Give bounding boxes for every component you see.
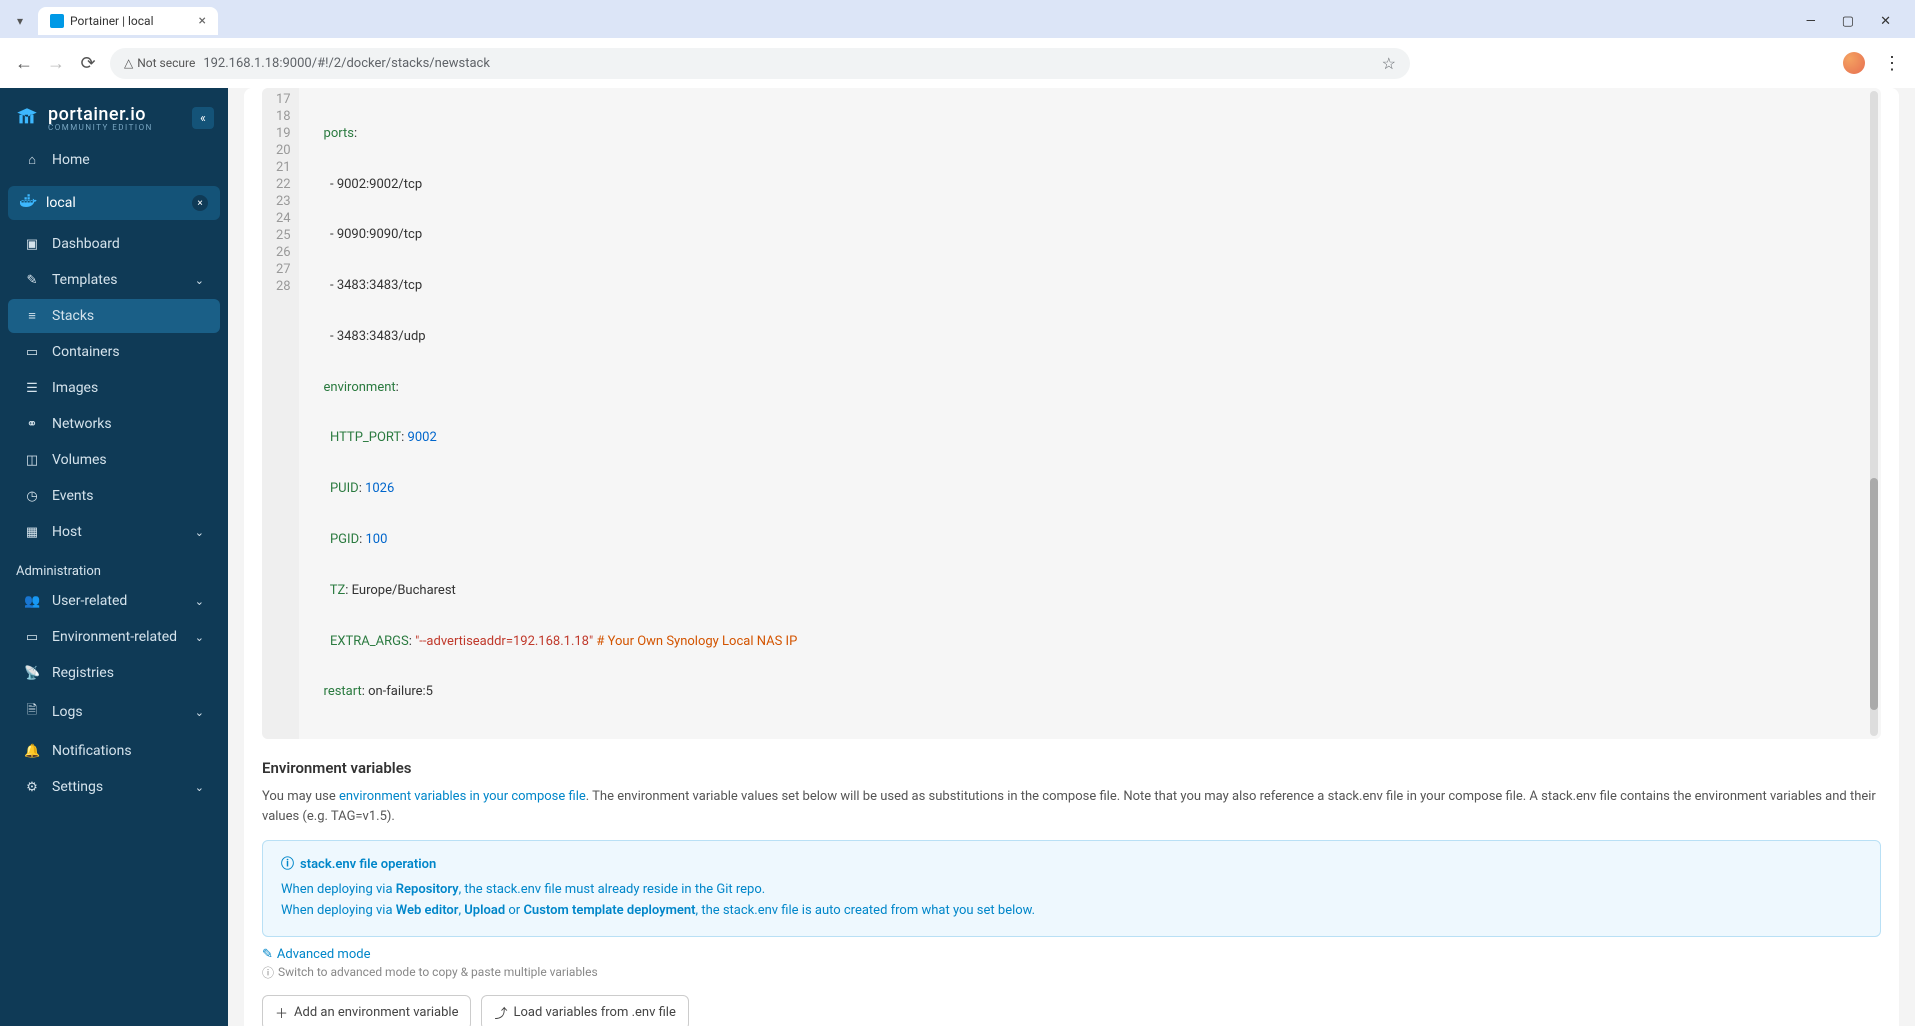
editor-scrollbar[interactable]: [1870, 91, 1878, 736]
registries-icon: 📡: [24, 666, 40, 681]
env-vars-title: Environment variables: [262, 759, 1881, 777]
containers-icon: ▭: [24, 345, 40, 360]
sidebar-item-logs[interactable]: 🗎Logs⌄: [8, 692, 220, 732]
images-icon: ☰: [24, 381, 40, 396]
sidebar-item-notifications[interactable]: 🔔Notifications: [8, 734, 220, 768]
chevron-down-icon: ⌄: [195, 595, 204, 608]
logo-text: portainer.io: [48, 104, 153, 125]
admin-section-header: Administration: [0, 550, 228, 583]
minimize-icon[interactable]: —: [1802, 10, 1820, 33]
close-window-icon[interactable]: ✕: [1876, 10, 1895, 33]
chevron-down-icon: ⌄: [195, 781, 204, 794]
templates-icon: ✎: [24, 273, 40, 288]
docker-icon: [20, 194, 38, 212]
advanced-mode-hint: ⓘSwitch to advanced mode to copy & paste…: [262, 964, 1881, 981]
edit-icon: ✎: [262, 947, 273, 962]
sidebar-item-volumes[interactable]: ◫Volumes: [8, 443, 220, 477]
sidebar-item-images[interactable]: ☰Images: [8, 371, 220, 405]
sidebar-item-host[interactable]: ▦Host⌄: [8, 515, 220, 549]
sidebar-item-home[interactable]: ⌂ Home: [8, 143, 220, 177]
sidebar-item-environment-related[interactable]: ▭Environment-related⌄: [8, 620, 220, 654]
url-field[interactable]: △ Not secure 192.168.1.18:9000/#!/2/dock…: [110, 48, 1410, 79]
back-icon[interactable]: ←: [14, 53, 34, 74]
sidebar-item-networks[interactable]: ⚭Networks: [8, 407, 220, 441]
sidebar-item-settings[interactable]: ⚙Settings⌄: [8, 770, 220, 804]
sidebar-item-events[interactable]: ◷Events: [8, 479, 220, 513]
warning-icon: △: [124, 56, 133, 70]
chevron-down-icon: ⌄: [195, 706, 204, 719]
close-tab-icon[interactable]: ×: [199, 13, 206, 29]
advanced-mode-link[interactable]: ✎Advanced mode: [262, 947, 370, 962]
sidebar-item-templates[interactable]: ✎Templates⌄: [8, 263, 220, 297]
chevron-down-icon: ⌄: [195, 526, 204, 539]
stacks-icon: ≡: [24, 308, 40, 324]
sidebar-item-registries[interactable]: 📡Registries: [8, 656, 220, 690]
users-icon: 👥: [24, 594, 40, 609]
dashboard-icon: ▣: [24, 237, 40, 252]
sidebar: portainer.io COMMUNITY EDITION « ⌂ Home …: [0, 88, 228, 1026]
sidebar-item-stacks[interactable]: ≡Stacks: [8, 299, 220, 333]
forward-icon[interactable]: →: [46, 53, 66, 74]
load-env-file-button[interactable]: ⤴Load variables from .env file: [481, 995, 688, 1026]
browser-menu-icon[interactable]: ⋮: [1883, 53, 1901, 74]
plus-icon: ＋: [275, 1003, 288, 1022]
portainer-logo-icon: [14, 105, 40, 131]
info-small-icon: ⓘ: [262, 964, 274, 981]
close-env-icon[interactable]: ×: [192, 195, 208, 211]
tab-bar: ▾ Portainer | local × — ▢ ✕: [0, 0, 1915, 38]
env-vars-link[interactable]: environment variables in your compose fi…: [339, 789, 586, 804]
reload-icon[interactable]: ⟳: [78, 53, 98, 74]
main-content[interactable]: 171819202122232425262728 ports: - 9002:9…: [228, 88, 1915, 1026]
sidebar-item-containers[interactable]: ▭Containers: [8, 335, 220, 369]
env-vars-help: You may use environment variables in you…: [262, 787, 1881, 826]
info-icon: ⓘ: [281, 855, 294, 876]
home-icon: ⌂: [24, 152, 40, 168]
environment-selector[interactable]: local ×: [8, 186, 220, 220]
address-bar: ← → ⟳ △ Not secure 192.168.1.18:9000/#!/…: [0, 38, 1915, 88]
maximize-icon[interactable]: ▢: [1838, 10, 1858, 33]
code-content[interactable]: ports: - 9002:9002/tcp - 9090:9090/tcp -…: [299, 88, 810, 739]
host-icon: ▦: [24, 525, 40, 540]
sidebar-collapse-icon[interactable]: «: [192, 107, 214, 129]
env-name: local: [46, 195, 76, 211]
url-text: 192.168.1.18:9000/#!/2/docker/stacks/new…: [203, 56, 490, 71]
logo: portainer.io COMMUNITY EDITION «: [0, 88, 228, 142]
bookmark-star-icon[interactable]: ☆: [1382, 54, 1396, 73]
tab-title: Portainer | local: [70, 14, 154, 28]
profile-avatar[interactable]: [1843, 52, 1865, 74]
stackenv-info-box: ⓘstack.env file operation When deploying…: [262, 840, 1881, 936]
browser-chrome: ▾ Portainer | local × — ▢ ✕ ← → ⟳ △ Not …: [0, 0, 1915, 88]
security-badge[interactable]: △ Not secure: [124, 56, 195, 70]
chevron-down-icon: ⌄: [195, 274, 204, 287]
window-controls: — ▢ ✕: [1802, 10, 1907, 33]
add-env-var-button[interactable]: ＋Add an environment variable: [262, 995, 471, 1026]
line-gutter: 171819202122232425262728: [262, 88, 299, 739]
logs-icon: 🗎: [24, 701, 40, 723]
compose-editor[interactable]: 171819202122232425262728 ports: - 9002:9…: [262, 88, 1881, 739]
sidebar-item-dashboard[interactable]: ▣Dashboard: [8, 227, 220, 261]
logo-subtitle: COMMUNITY EDITION: [48, 123, 153, 132]
gear-icon: ⚙: [24, 780, 40, 795]
tab-dropdown-icon[interactable]: ▾: [8, 14, 32, 28]
browser-tab[interactable]: Portainer | local ×: [38, 7, 218, 35]
environment-icon: ▭: [24, 630, 40, 645]
sidebar-item-user-related[interactable]: 👥User-related⌄: [8, 584, 220, 618]
events-icon: ◷: [24, 489, 40, 504]
upload-icon: ⤴: [494, 1003, 507, 1022]
volumes-icon: ◫: [24, 453, 40, 468]
chevron-down-icon: ⌄: [195, 631, 204, 644]
networks-icon: ⚭: [24, 417, 40, 432]
favicon-icon: [50, 14, 64, 28]
bell-icon: 🔔: [24, 744, 40, 759]
